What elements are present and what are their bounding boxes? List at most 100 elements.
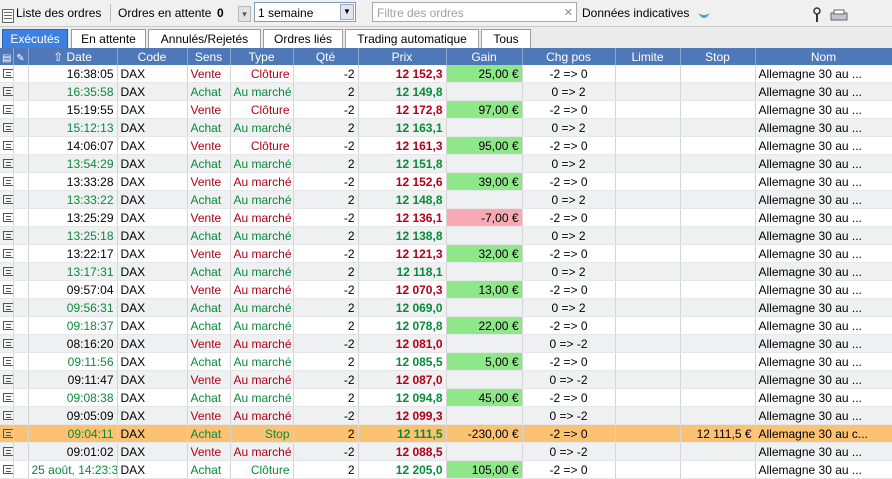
header-type[interactable]: Type bbox=[230, 48, 294, 65]
cell-gain: 13,00 € bbox=[446, 280, 523, 299]
cell-code: DAX bbox=[117, 388, 188, 407]
row-icon-cell bbox=[0, 118, 14, 137]
header-qte[interactable]: Qté bbox=[293, 48, 359, 65]
table-row[interactable]: 14:06:07 DAX Vente Clôture -2 12 161,3 95,00 €… bbox=[0, 136, 892, 155]
order-detail-icon[interactable] bbox=[3, 320, 12, 330]
header-limite[interactable]: Limite bbox=[615, 48, 681, 65]
order-detail-icon[interactable] bbox=[3, 338, 12, 348]
order-detail-icon[interactable] bbox=[3, 428, 12, 438]
table-row[interactable]: 09:56:31 DAX Achat Au marché 2 12 069,0 0 => 2… bbox=[0, 298, 892, 317]
header-date[interactable]: ⇧ Date bbox=[28, 48, 118, 65]
pending-dropdown-icon[interactable]: ▾ bbox=[238, 6, 251, 22]
header-icon-column[interactable]: ▤ bbox=[0, 48, 14, 65]
table-row[interactable]: 09:08:38 DAX Achat Au marché 2 12 094,8 45,00 … bbox=[0, 388, 892, 407]
table-row[interactable]: 09:57:04 DAX Vente Au marché -2 12 070,3 13,00… bbox=[0, 280, 892, 299]
table-row[interactable]: 15:19:55 DAX Vente Clôture -2 12 172,8 97,00 €… bbox=[0, 100, 892, 119]
table-row[interactable]: 13:22:17 DAX Vente Au marché -2 12 121,3 32,00… bbox=[0, 244, 892, 263]
chevron-down-icon[interactable]: ▼ bbox=[340, 4, 354, 20]
table-row[interactable]: 13:25:29 DAX Vente Au marché -2 12 136,1 -7,00… bbox=[0, 208, 892, 227]
header-prix[interactable]: Prix bbox=[358, 48, 447, 65]
orders-list-label[interactable]: Liste des ordres bbox=[16, 0, 101, 26]
order-detail-icon[interactable] bbox=[3, 230, 12, 240]
order-detail-icon[interactable] bbox=[3, 374, 12, 384]
header-sens[interactable]: Sens bbox=[187, 48, 231, 65]
header-gain[interactable]: Gain bbox=[446, 48, 523, 65]
tab-automatic-trading[interactable]: Trading automatique bbox=[345, 29, 479, 48]
order-detail-icon[interactable] bbox=[3, 212, 12, 222]
cell-limite bbox=[615, 172, 681, 191]
cell-date: 14:06:07 bbox=[28, 136, 118, 155]
cell-nom: Allemagne 30 au ... bbox=[755, 118, 892, 137]
header-nom[interactable]: Nom bbox=[755, 48, 892, 65]
cell-date: 08:16:20 bbox=[28, 334, 118, 353]
cell-qte: -2 bbox=[293, 334, 359, 353]
tab-all[interactable]: Tous bbox=[481, 29, 531, 48]
cell-code: DAX bbox=[117, 316, 188, 335]
header-chg-pos[interactable]: Chg pos bbox=[522, 48, 616, 65]
table-row[interactable]: 13:33:28 DAX Vente Au marché -2 12 152,6 39,00… bbox=[0, 172, 892, 191]
table-row[interactable]: 09:01:02 DAX Vente Au marché -2 12 088,5 0 => … bbox=[0, 442, 892, 461]
order-detail-icon[interactable] bbox=[3, 248, 12, 258]
order-detail-icon[interactable] bbox=[3, 194, 12, 204]
cell-code: DAX bbox=[117, 262, 188, 281]
row-tools-cell bbox=[13, 460, 29, 479]
clear-filter-icon[interactable]: ✕ bbox=[564, 3, 573, 23]
order-detail-icon[interactable] bbox=[3, 464, 12, 474]
cell-date: 13:25:18 bbox=[28, 226, 118, 245]
tab-linked-orders[interactable]: Ordres liés bbox=[263, 29, 343, 48]
row-tools-cell bbox=[13, 65, 29, 83]
order-detail-icon[interactable] bbox=[3, 356, 12, 366]
order-detail-icon[interactable] bbox=[3, 122, 12, 132]
row-icon-cell bbox=[0, 388, 14, 407]
table-row[interactable]: 09:04:11 DAX Achat Stop 2 12 111,5 -230,00 € -2… bbox=[0, 424, 892, 443]
table-row[interactable]: 15:12:13 DAX Achat Au marché 2 12 163,1 0 => 2… bbox=[0, 118, 892, 137]
order-detail-icon[interactable] bbox=[3, 392, 12, 402]
order-detail-icon[interactable] bbox=[3, 302, 12, 312]
cell-chg-pos: -2 => 0 bbox=[522, 460, 616, 479]
cell-nom: Allemagne 30 au ... bbox=[755, 262, 892, 281]
row-tools-cell bbox=[13, 172, 29, 191]
cell-chg-pos: -2 => 0 bbox=[522, 316, 616, 335]
pending-orders-label[interactable]: Ordres en attente bbox=[118, 0, 211, 26]
order-detail-icon[interactable] bbox=[3, 68, 12, 78]
header-stop[interactable]: Stop bbox=[680, 48, 756, 65]
order-filter-input[interactable]: Filtre des ordres ✕ bbox=[372, 2, 577, 22]
period-select[interactable]: 1 semaine ▼ bbox=[254, 2, 356, 22]
table-row[interactable]: 13:17:31 DAX Achat Au marché 2 12 118,1 0 => 2… bbox=[0, 262, 892, 281]
header-code[interactable]: Code bbox=[117, 48, 188, 65]
order-detail-icon[interactable] bbox=[3, 140, 12, 150]
table-row[interactable]: 16:35:58 DAX Achat Au marché 2 12 149,8 0 => 2… bbox=[0, 82, 892, 101]
cell-stop bbox=[680, 154, 756, 173]
order-detail-icon[interactable] bbox=[3, 158, 12, 168]
row-tools-cell bbox=[13, 298, 29, 317]
order-detail-icon[interactable] bbox=[3, 410, 12, 420]
table-row[interactable]: 09:11:56 DAX Achat Au marché 2 12 085,5 5,00 €… bbox=[0, 352, 892, 371]
table-row[interactable]: 09:18:37 DAX Achat Au marché 2 12 078,8 22,00 … bbox=[0, 316, 892, 335]
cell-prix: 12 081,0 bbox=[358, 334, 447, 353]
row-icon-cell bbox=[0, 460, 14, 479]
order-detail-icon[interactable] bbox=[3, 176, 12, 186]
table-row[interactable]: 08:16:20 DAX Vente Au marché -2 12 081,0 0 => … bbox=[0, 334, 892, 353]
tab-executed[interactable]: Exécutés bbox=[2, 29, 68, 48]
header-tools-column[interactable]: ✎ bbox=[13, 48, 29, 65]
order-detail-icon[interactable] bbox=[3, 86, 12, 96]
cell-qte: 2 bbox=[293, 190, 359, 209]
cell-stop bbox=[680, 262, 756, 281]
row-icon-cell bbox=[0, 280, 14, 299]
table-row[interactable]: 13:25:18 DAX Achat Au marché 2 12 138,8 0 => 2… bbox=[0, 226, 892, 245]
table-row[interactable]: 25 août, 14:23:34 DAX Achat Clôture 2 12 205,… bbox=[0, 460, 892, 479]
order-detail-icon[interactable] bbox=[3, 446, 12, 456]
order-detail-icon[interactable] bbox=[3, 266, 12, 276]
order-detail-icon[interactable] bbox=[3, 284, 12, 294]
cell-type: Au marché bbox=[230, 442, 294, 461]
table-row[interactable]: 13:33:22 DAX Achat Au marché 2 12 148,8 0 => 2… bbox=[0, 190, 892, 209]
tab-pending[interactable]: En attente bbox=[71, 29, 146, 48]
table-row[interactable]: 13:54:29 DAX Achat Au marché 2 12 151,8 0 => 2… bbox=[0, 154, 892, 173]
table-row[interactable]: 09:05:09 DAX Vente Au marché -2 12 099,3 0 => … bbox=[0, 406, 892, 425]
table-row[interactable]: 09:11:47 DAX Vente Au marché -2 12 087,0 0 => … bbox=[0, 370, 892, 389]
table-row[interactable]: 16:38:05 DAX Vente Clôture -2 12 152,3 25,00 €… bbox=[0, 65, 892, 83]
cell-code: DAX bbox=[117, 208, 188, 227]
cell-chg-pos: 0 => 2 bbox=[522, 118, 616, 137]
order-detail-icon[interactable] bbox=[3, 104, 12, 114]
tab-cancelled-rejected[interactable]: Annulés/Rejetés bbox=[148, 29, 261, 48]
